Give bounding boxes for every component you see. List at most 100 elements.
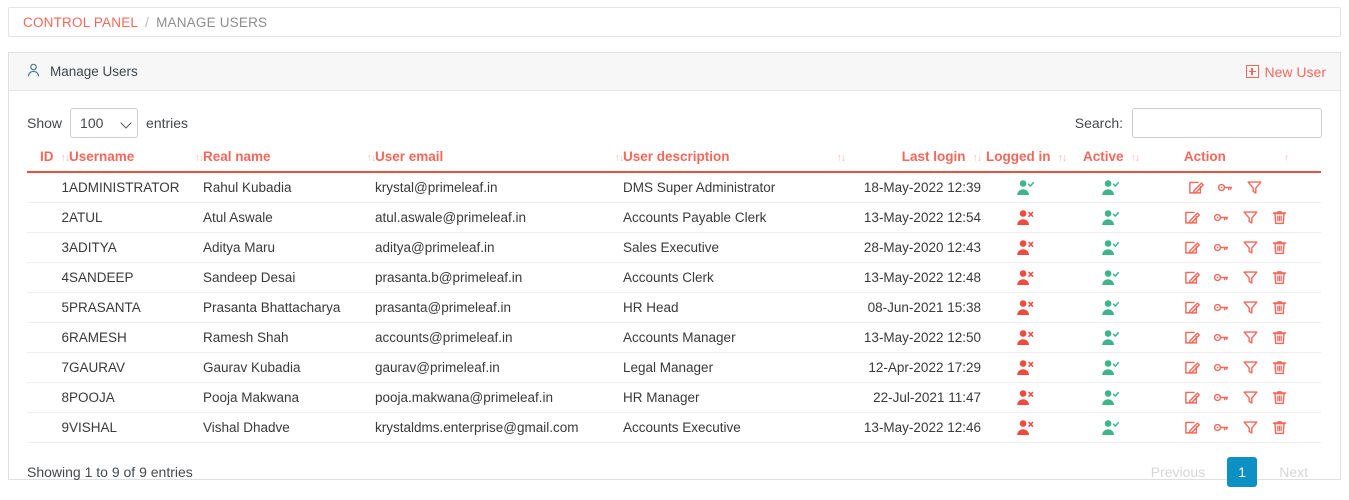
key-icon[interactable]: [1213, 269, 1230, 286]
edit-icon[interactable]: [1184, 389, 1201, 406]
column-header-user-description[interactable]: User description ↑↓: [623, 149, 846, 173]
edit-icon[interactable]: [1184, 299, 1201, 316]
cell-user-description: Sales Executive: [623, 232, 845, 263]
table-row: 5 PRASANTA Prasanta Bhattacharya prasanta@p…: [27, 292, 1321, 323]
cell-id: 4: [27, 262, 69, 293]
cell-id: 3: [27, 232, 69, 263]
entries-label: entries: [146, 115, 189, 131]
cell-active: [1071, 352, 1151, 383]
cell-logged-in: [981, 382, 1071, 413]
edit-icon[interactable]: [1184, 209, 1201, 226]
table-footer: Showing 1 to 9 of 9 entries Previous 1 N…: [9, 443, 1340, 487]
sort-icon: ↑↓: [614, 152, 624, 164]
key-icon[interactable]: [1213, 329, 1230, 346]
delete-icon[interactable]: [1271, 389, 1288, 406]
edit-icon[interactable]: [1188, 179, 1205, 196]
column-header-user-email[interactable]: User email ↑↓: [375, 149, 624, 173]
column-header-active[interactable]: Active ↑↓: [1071, 149, 1151, 173]
delete-icon[interactable]: [1271, 269, 1288, 286]
cell-user-description: Accounts Clerk: [623, 262, 845, 293]
delete-icon[interactable]: [1271, 299, 1288, 316]
filter-icon[interactable]: [1242, 419, 1259, 436]
cell-username[interactable]: ADITYA: [69, 232, 203, 263]
cell-username[interactable]: GAURAV: [69, 352, 203, 383]
edit-icon[interactable]: [1184, 329, 1201, 346]
cell-last-login: 28-May-2020 12:43: [845, 232, 981, 263]
cell-real-name: Vishal Dhadve: [203, 412, 375, 443]
column-label: Logged in: [986, 149, 1051, 164]
cell-username[interactable]: VISHAL: [69, 412, 203, 443]
filter-icon[interactable]: [1242, 299, 1259, 316]
filter-icon[interactable]: [1246, 179, 1263, 196]
breadcrumb-link-control-panel[interactable]: CONTROL PANEL: [23, 15, 138, 30]
key-icon[interactable]: [1213, 239, 1230, 256]
sort-icon: ↑↓: [194, 152, 204, 164]
delete-icon[interactable]: [1271, 209, 1288, 226]
show-label: Show: [27, 115, 63, 131]
table-row: 9 VISHAL Vishal Dhadve krystaldms.enterpris…: [27, 412, 1321, 443]
key-icon[interactable]: [1213, 209, 1230, 226]
column-header-username[interactable]: Username ↑↓: [69, 149, 204, 173]
page-length-select[interactable]: 102550100: [70, 108, 139, 138]
cell-action: [1151, 322, 1321, 353]
column-header-last-login[interactable]: Last login ↑↓: [845, 149, 982, 173]
cell-id: 7: [27, 352, 69, 383]
cell-username[interactable]: POOJA: [69, 382, 203, 413]
table-row: 6 RAMESH Ramesh Shah accounts@primeleaf.in A…: [27, 322, 1321, 353]
cell-action: [1151, 262, 1321, 293]
key-icon[interactable]: [1217, 179, 1234, 196]
pagination-next[interactable]: Next: [1265, 457, 1322, 487]
cell-user-description: Accounts Payable Clerk: [623, 202, 845, 233]
cell-action: [1151, 412, 1321, 443]
edit-icon[interactable]: [1184, 359, 1201, 376]
column-header-action[interactable]: Action ↑: [1151, 149, 1321, 173]
filter-icon[interactable]: [1242, 209, 1259, 226]
cell-logged-in: [981, 172, 1071, 203]
edit-icon[interactable]: [1184, 239, 1201, 256]
sort-icon: ↑↓: [60, 152, 70, 164]
key-icon[interactable]: [1213, 359, 1230, 376]
cell-username[interactable]: RAMESH: [69, 322, 203, 353]
cell-username[interactable]: ADMINISTRATOR: [69, 172, 203, 203]
cell-user-email: gaurav@primeleaf.in: [375, 352, 623, 383]
active-status-icon: [1101, 359, 1121, 375]
key-icon[interactable]: [1213, 389, 1230, 406]
search-input[interactable]: [1132, 108, 1322, 138]
table-header-row: ID ↑↓ Username ↑↓ Real name ↑↓ User email ↑↓…: [27, 149, 1321, 173]
filter-icon[interactable]: [1242, 389, 1259, 406]
action-buttons: [1151, 359, 1321, 376]
column-header-logged-in[interactable]: Logged in ↑↓: [981, 149, 1071, 173]
page-length-select-wrapper: 102550100: [70, 108, 139, 138]
cell-real-name: Aditya Maru: [203, 232, 375, 263]
cell-id: 5: [27, 292, 69, 323]
new-user-button[interactable]: New User: [1245, 64, 1326, 80]
key-icon[interactable]: [1213, 299, 1230, 316]
cell-username[interactable]: PRASANTA: [69, 292, 203, 323]
pagination-previous[interactable]: Previous: [1137, 457, 1219, 487]
action-buttons: [1151, 419, 1321, 436]
delete-icon[interactable]: [1271, 329, 1288, 346]
delete-icon[interactable]: [1271, 419, 1288, 436]
delete-icon[interactable]: [1271, 359, 1288, 376]
filter-icon[interactable]: [1242, 269, 1259, 286]
filter-icon[interactable]: [1242, 359, 1259, 376]
cell-user-email: krystal@primeleaf.in: [375, 172, 623, 203]
cell-username[interactable]: ATUL: [69, 202, 203, 233]
edit-icon[interactable]: [1184, 419, 1201, 436]
edit-icon[interactable]: [1184, 269, 1201, 286]
column-header-real-name[interactable]: Real name ↑↓: [203, 149, 376, 173]
cell-last-login: 18-May-2022 12:39: [845, 172, 981, 203]
column-label: Real name: [203, 149, 271, 164]
cell-active: [1071, 262, 1151, 293]
cell-action: [1151, 202, 1321, 233]
filter-icon[interactable]: [1242, 239, 1259, 256]
active-status-icon: [1101, 179, 1121, 195]
cell-username[interactable]: SANDEEP: [69, 262, 203, 293]
column-label: Active: [1082, 149, 1124, 164]
delete-icon[interactable]: [1271, 239, 1288, 256]
filter-icon[interactable]: [1242, 329, 1259, 346]
pagination-page-1[interactable]: 1: [1227, 457, 1258, 487]
key-icon[interactable]: [1213, 419, 1230, 436]
column-header-id[interactable]: ID ↑↓: [27, 149, 70, 173]
cell-active: [1071, 232, 1151, 263]
